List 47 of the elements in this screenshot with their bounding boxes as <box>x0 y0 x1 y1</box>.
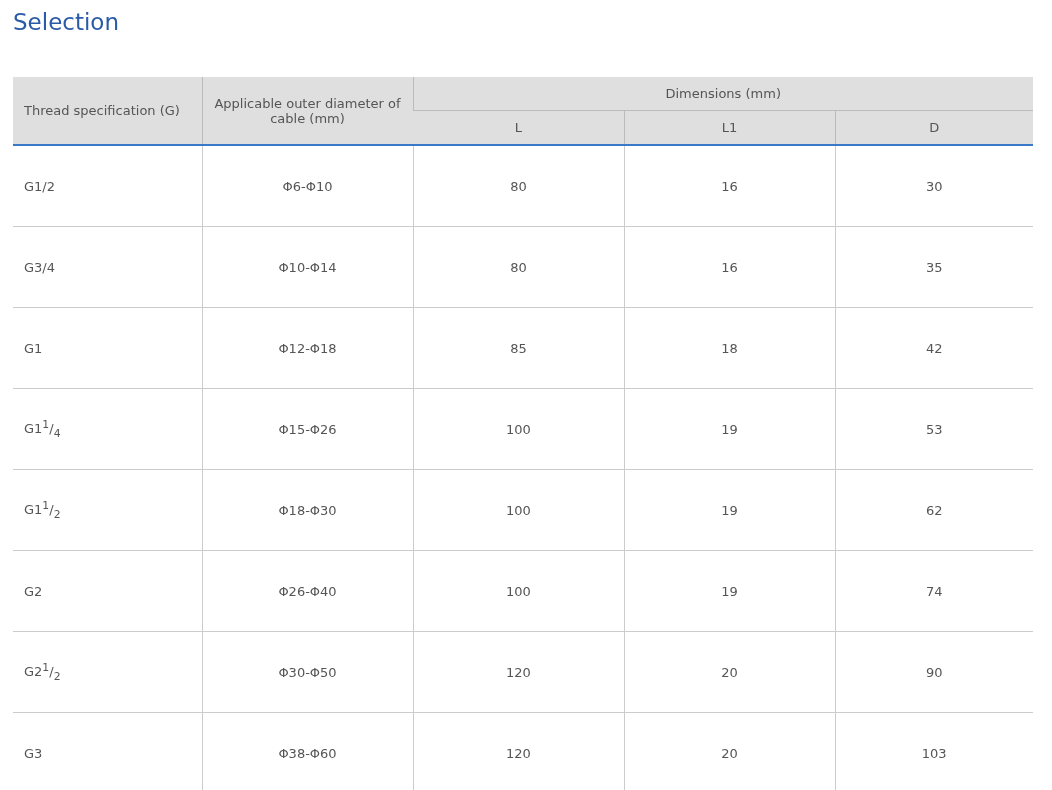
table-cell: 16 <box>624 226 835 308</box>
table-cell: G1$^{1}$/$_{4}$ <box>13 388 202 470</box>
table-cell: G3 <box>13 712 202 790</box>
table-cell: 18 <box>624 307 835 389</box>
table-cell: 53 <box>835 388 1033 470</box>
table-cell: Φ26-Φ40 <box>202 550 413 632</box>
table-cell: G3/4 <box>13 226 202 308</box>
table-cell: G2 <box>13 550 202 632</box>
table-cell: 74 <box>835 550 1033 632</box>
table-cell: 42 <box>835 307 1033 389</box>
table-cell: G2$^{1}$/$_{2}$ <box>13 631 202 713</box>
table-cell: 90 <box>835 631 1033 713</box>
column-header: L1 <box>624 110 835 145</box>
table-cell: 62 <box>835 469 1033 551</box>
table-cell: 19 <box>624 388 835 470</box>
table-cell: 35 <box>835 226 1033 308</box>
table-cell: 80 <box>413 145 624 227</box>
table-cell: 100 <box>413 469 624 551</box>
table-cell: 80 <box>413 226 624 308</box>
table-cell: G1$^{1}$/$_{2}$ <box>13 469 202 551</box>
table-cell: 19 <box>624 469 835 551</box>
column-group-header: Dimensions (mm) <box>413 77 1033 111</box>
table-cell: 120 <box>413 712 624 790</box>
column-header: Thread specification (G) <box>13 77 202 145</box>
table-cell: 100 <box>413 388 624 470</box>
table-cell: 16 <box>624 145 835 227</box>
column-header: L <box>413 110 624 145</box>
table-cell: 120 <box>413 631 624 713</box>
table-cell: G1/2 <box>13 145 202 227</box>
table-cell: 19 <box>624 550 835 632</box>
table-cell: 100 <box>413 550 624 632</box>
table-cell: Φ38-Φ60 <box>202 712 413 790</box>
table-cell: Φ6-Φ10 <box>202 145 413 227</box>
table-cell: 30 <box>835 145 1033 227</box>
table-cell: Φ12-Φ18 <box>202 307 413 389</box>
table-cell: 20 <box>624 631 835 713</box>
section-title: Selection <box>13 8 120 37</box>
column-header: D <box>835 110 1033 145</box>
table-cell: G1 <box>13 307 202 389</box>
table-cell: 85 <box>413 307 624 389</box>
table-cell: 103 <box>835 712 1033 790</box>
table-cell: Φ15-Φ26 <box>202 388 413 470</box>
column-header: Applicable outer diameter of cable (mm) <box>202 77 413 145</box>
table-cell: 20 <box>624 712 835 790</box>
table-cell: Φ18-Φ30 <box>202 469 413 551</box>
table-cell: Φ30-Φ50 <box>202 631 413 713</box>
table-cell: Φ10-Φ14 <box>202 226 413 308</box>
